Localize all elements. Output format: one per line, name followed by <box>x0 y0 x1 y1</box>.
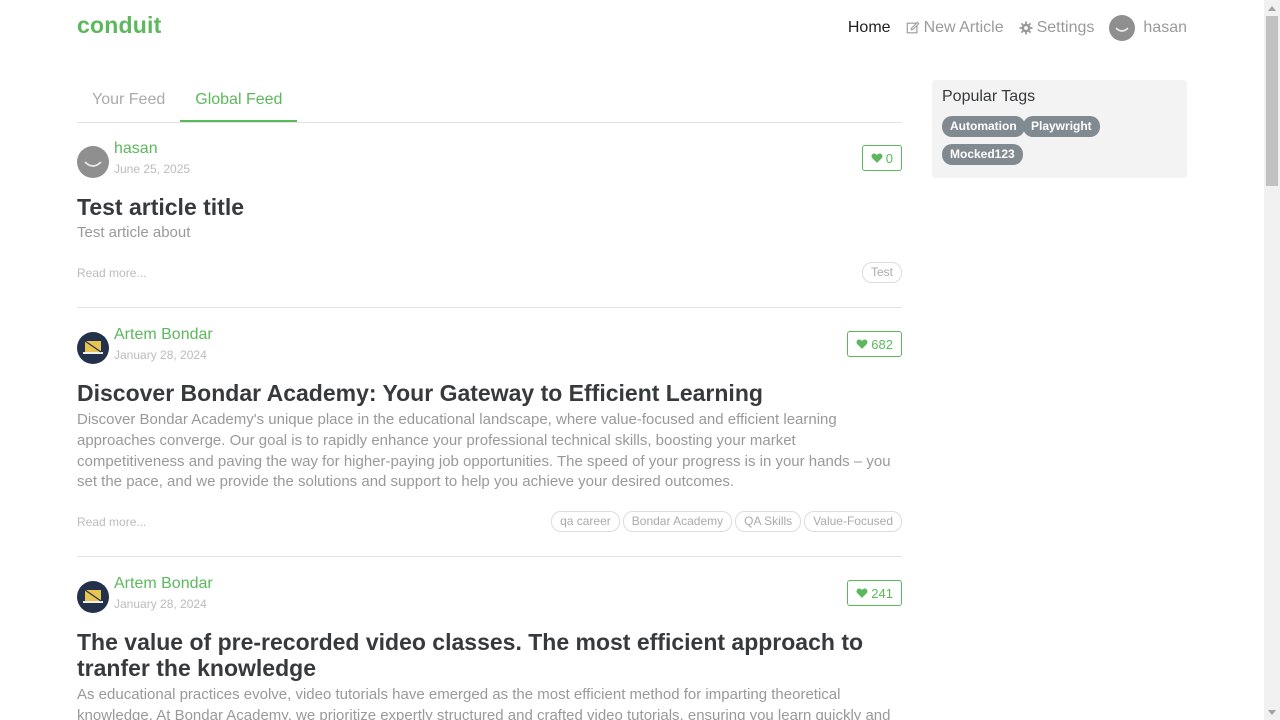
page-scrollbar[interactable] <box>1264 0 1280 720</box>
author-avatar[interactable] <box>77 146 109 178</box>
page: conduit Home New Article Settings hasan … <box>0 0 1264 720</box>
article-divider <box>77 307 902 308</box>
article-date: January 28, 2024 <box>114 597 207 611</box>
sidebar-title: Popular Tags <box>942 88 1036 105</box>
favorite-count: 241 <box>871 585 893 601</box>
heart-icon <box>856 339 868 349</box>
favorite-button[interactable]: 241 <box>847 580 902 606</box>
nav-home[interactable]: Home <box>848 19 891 37</box>
article-description: As educational practices evolve, video t… <box>77 686 891 720</box>
article-description: Test article about <box>77 224 191 241</box>
article-preview: hasan June 25, 2025 0 Test article title… <box>77 140 902 308</box>
author-name[interactable]: Artem Bondar <box>114 326 213 344</box>
article-date: January 28, 2024 <box>114 348 207 362</box>
popular-tag[interactable]: Playwright <box>1023 116 1100 137</box>
article-preview: Artem Bondar January 28, 2024 682 Discov… <box>77 326 902 557</box>
article-tag[interactable]: qa career <box>551 511 620 532</box>
author-name[interactable]: Artem Bondar <box>114 575 213 593</box>
nav-profile-label: hasan <box>1143 19 1187 36</box>
edit-icon <box>906 21 920 35</box>
article-tags: qa career Bondar Academy QA Skills Value… <box>548 511 902 532</box>
brand-logo[interactable]: conduit <box>77 12 161 39</box>
article-description: Discover Bondar Academy's unique place i… <box>77 411 891 491</box>
scroll-down-arrow-icon[interactable] <box>1264 704 1280 720</box>
nav-settings[interactable]: Settings <box>1019 19 1095 37</box>
article-tag[interactable]: Test <box>861 262 902 283</box>
favorite-count: 682 <box>871 336 893 352</box>
nav-profile[interactable]: hasan <box>1109 15 1187 41</box>
favorite-button[interactable]: 682 <box>847 331 902 357</box>
heart-icon <box>871 153 883 163</box>
article-date: June 25, 2025 <box>114 162 191 176</box>
heart-icon <box>856 588 868 598</box>
article-title[interactable]: Discover Bondar Academy: Your Gateway to… <box>77 380 763 406</box>
article-title[interactable]: The value of pre-recorded video classes.… <box>77 629 902 681</box>
nav-settings-label: Settings <box>1036 19 1095 36</box>
gear-icon <box>1019 21 1033 35</box>
nav-new-article-label: New Article <box>923 19 1004 36</box>
popular-tags-sidebar: Popular Tags Automation Playwright Mocke… <box>932 80 1187 178</box>
article-preview: Artem Bondar January 28, 2024 241 The va… <box>77 575 902 720</box>
author-name[interactable]: hasan <box>114 140 158 158</box>
article-tags: Test <box>859 262 902 283</box>
nav-new-article[interactable]: New Article <box>906 19 1004 37</box>
read-more-link[interactable]: Read more... <box>77 515 146 529</box>
tab-global-feed[interactable]: Global Feed <box>180 81 298 122</box>
favorite-button[interactable]: 0 <box>861 145 902 171</box>
favorite-count: 0 <box>885 150 893 166</box>
scrollbar-thumb[interactable] <box>1266 16 1278 186</box>
user-avatar <box>1109 15 1136 41</box>
article-tag[interactable]: Bondar Academy <box>622 511 733 532</box>
main-nav: Home New Article Settings hasan <box>833 15 1187 41</box>
feed-tabs: Your Feed Global Feed <box>77 81 902 123</box>
read-more-link[interactable]: Read more... <box>77 266 146 280</box>
tab-your-feed[interactable]: Your Feed <box>77 81 180 122</box>
popular-tag[interactable]: Mocked123 <box>942 144 1023 165</box>
article-tag[interactable]: Value-Focused <box>804 511 902 532</box>
article-tag[interactable]: QA Skills <box>735 511 802 532</box>
article-title[interactable]: Test article title <box>77 194 244 220</box>
nav-home-label: Home <box>847 19 891 36</box>
article-divider <box>77 556 902 557</box>
scroll-up-arrow-icon[interactable] <box>1264 0 1280 16</box>
author-avatar[interactable] <box>77 581 109 613</box>
popular-tag[interactable]: Automation <box>942 116 1025 137</box>
author-avatar[interactable] <box>77 332 109 364</box>
